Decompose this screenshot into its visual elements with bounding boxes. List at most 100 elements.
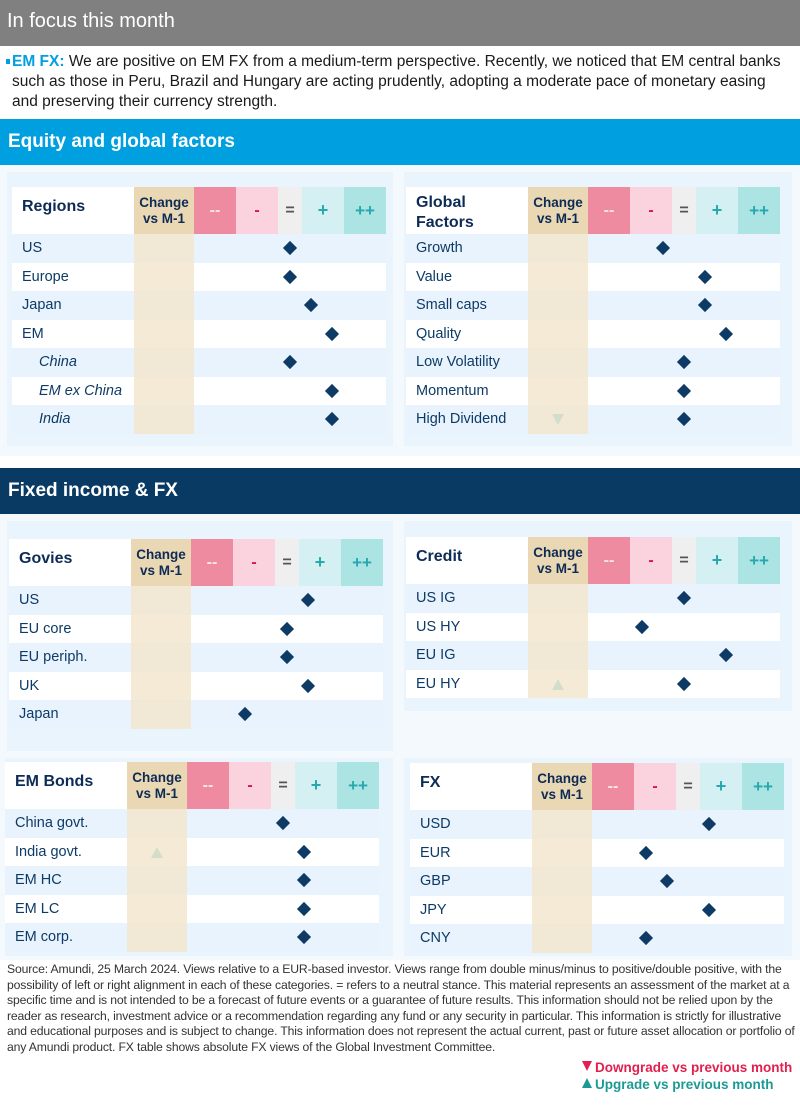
col-minus-label: -	[251, 553, 257, 571]
col-double-plus-header: ++	[738, 187, 780, 234]
col-double-plus-label: ++	[348, 775, 368, 795]
col-double-minus-header: --	[191, 539, 233, 586]
row-label: India govt.	[15, 843, 82, 860]
table-row: EU IG	[406, 641, 780, 670]
view-diamond-icon	[303, 297, 319, 313]
view-diamond-icon	[324, 326, 340, 341]
col-plus-header: +	[302, 187, 344, 234]
view-diamond-icon	[701, 816, 717, 832]
row-label: Quality	[416, 325, 462, 342]
col-change-label: Change vs M-1	[533, 195, 583, 227]
col-change-header: Change vs M-1	[528, 187, 588, 234]
view-diamond-icon	[282, 240, 298, 256]
focus-title: In focus this month	[7, 10, 175, 32]
col-double-plus-label: ++	[355, 200, 375, 220]
view-diamond-icon	[634, 619, 650, 634]
row-label: US	[19, 592, 40, 608]
col-minus-label: -	[652, 777, 658, 795]
col-change-header: Change vs M-1	[127, 762, 187, 809]
col-minus-header: -	[229, 762, 271, 809]
col-change-label: Change vs M-1	[533, 545, 583, 577]
table-row: Europe	[12, 262, 386, 291]
col-double-minus-label: --	[209, 201, 221, 219]
change-label-line2: vs M-1	[540, 786, 583, 802]
col-neutral-label: =	[285, 201, 295, 219]
row-label: EM corp.	[15, 929, 74, 945]
legend-downgrade: Downgrade vs previous month	[582, 1060, 792, 1075]
change-label-line1: Change	[136, 546, 186, 562]
col-change-header: Change vs M-1	[131, 539, 191, 586]
view-diamond-icon	[701, 902, 717, 917]
col-double-plus-header: ++	[738, 537, 780, 584]
col-double-minus-label: --	[202, 776, 214, 794]
view-diamond-icon	[676, 354, 692, 370]
row-label: EU core	[19, 620, 72, 637]
view-diamond-icon	[279, 621, 295, 636]
table-row: EM corp.	[5, 923, 379, 952]
row-label: EU periph.	[19, 649, 88, 665]
row-label: CNY	[420, 930, 451, 946]
table-row: EM	[12, 319, 386, 348]
down-triangle-icon	[582, 1061, 592, 1071]
row-label: China govt.	[15, 815, 89, 831]
col-double-minus-header: --	[588, 537, 630, 584]
table-header: Govies Change vs M-1 -- - = + ++	[9, 539, 383, 586]
col-change-header: Change vs M-1	[532, 763, 592, 810]
table-row: EU core	[9, 614, 383, 643]
row-label: EM HC	[15, 872, 62, 888]
table-row: Small caps	[406, 291, 780, 320]
view-diamond-icon	[296, 872, 312, 888]
table-row: India govt.	[5, 837, 379, 866]
col-double-minus-label: --	[603, 201, 615, 219]
equity-section-header: Equity and global factors	[0, 119, 800, 165]
table-row: JPY	[410, 895, 784, 924]
table-header: FX Change vs M-1 -- - = + ++	[410, 763, 784, 810]
col-neutral-label: =	[278, 776, 288, 794]
col-plus-header: +	[696, 537, 738, 584]
row-label: JPY	[420, 901, 447, 918]
change-column-strip	[528, 584, 588, 698]
table-title: Regions	[22, 198, 86, 215]
col-double-minus-label: --	[603, 551, 615, 569]
col-double-plus-header: ++	[341, 539, 383, 586]
table-row: China govt.	[5, 809, 379, 838]
row-label: Japan	[19, 706, 59, 722]
view-diamond-icon	[324, 411, 340, 427]
table-header: Regions Change vs M-1 -- - = + ++	[12, 187, 386, 234]
row-label: US	[22, 240, 43, 256]
col-neutral-header: =	[271, 762, 295, 809]
col-neutral-header: =	[278, 187, 302, 234]
view-diamond-icon	[638, 930, 654, 946]
table-row: US HY	[406, 612, 780, 641]
table-row: Japan	[9, 700, 383, 729]
change-label-line1: Change	[537, 770, 587, 786]
table-row: EUR	[410, 838, 784, 867]
row-label: Value	[416, 268, 453, 285]
col-neutral-label: =	[683, 777, 693, 795]
change-column-strip	[134, 234, 194, 434]
table-title: FX	[420, 774, 441, 791]
row-label: EUR	[420, 844, 451, 861]
col-double-minus-header: --	[592, 763, 634, 810]
change-column-strip	[131, 586, 191, 729]
equity-section-title: Equity and global factors	[8, 131, 235, 152]
row-label: EU HY	[416, 675, 461, 692]
table-row: India	[12, 405, 386, 434]
source-note: Source: Amundi, 25 March 2024. Views rel…	[7, 962, 795, 1054]
view-diamond-icon	[300, 592, 316, 608]
col-minus-header: -	[630, 537, 672, 584]
view-diamond-icon	[282, 354, 298, 370]
col-plus-label: +	[314, 552, 326, 572]
view-diamond-icon	[324, 383, 340, 398]
view-diamond-icon	[718, 647, 734, 663]
table-row: Japan	[12, 291, 386, 320]
fixed-income-section-header: Fixed income & FX	[0, 468, 800, 514]
up-triangle-icon	[582, 1078, 592, 1088]
col-minus-label: -	[648, 551, 654, 569]
col-neutral-label: =	[282, 553, 292, 571]
table-row: High Dividend	[406, 405, 780, 434]
col-change-label: Change vs M-1	[136, 547, 186, 579]
view-diamond-icon	[638, 845, 654, 860]
view-diamond-icon	[296, 929, 312, 945]
view-diamond-icon	[697, 269, 713, 284]
